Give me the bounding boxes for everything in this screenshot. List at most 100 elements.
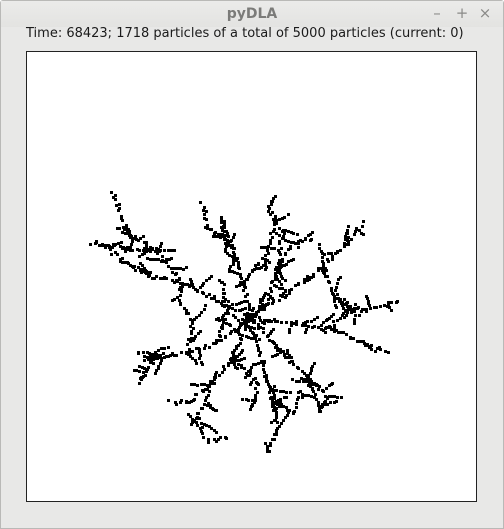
particle [335, 286, 338, 289]
particle [198, 314, 201, 317]
particle [276, 349, 279, 352]
particle [265, 377, 268, 380]
particle [203, 347, 206, 350]
particle [269, 232, 272, 235]
particle [269, 239, 272, 242]
particle [300, 377, 303, 380]
particle [209, 228, 212, 231]
particle [343, 298, 346, 301]
particle [356, 340, 359, 343]
particle [253, 327, 256, 330]
particle [350, 311, 353, 314]
particle [206, 224, 209, 227]
particle [135, 238, 138, 241]
particle [293, 410, 296, 413]
particle [258, 338, 261, 341]
particle [167, 265, 170, 268]
particle [274, 354, 277, 357]
particle [284, 279, 287, 282]
particle [262, 327, 265, 330]
particle [249, 408, 252, 411]
particle [270, 290, 273, 293]
particle [139, 262, 142, 265]
particle [263, 371, 266, 374]
particle [215, 371, 218, 374]
particle [292, 258, 295, 261]
particle [278, 425, 281, 428]
title-bar[interactable]: pyDLA – + × [1, 1, 503, 27]
particle [370, 344, 373, 347]
particle [199, 427, 202, 430]
particle [311, 365, 314, 368]
particle [361, 225, 364, 228]
particle [248, 305, 251, 308]
particle [203, 206, 206, 209]
particle [285, 263, 288, 266]
particle [257, 327, 260, 330]
maximize-button[interactable]: + [452, 3, 472, 23]
particle [202, 282, 205, 285]
particle [143, 241, 146, 244]
particle [221, 371, 224, 374]
particle [333, 395, 336, 398]
particle [295, 380, 298, 383]
particle [319, 410, 322, 413]
particle [271, 405, 274, 408]
particle [328, 395, 331, 398]
particle [224, 298, 227, 301]
particle [179, 303, 182, 306]
particle [185, 266, 188, 269]
particle [148, 274, 151, 277]
particle [248, 326, 251, 329]
particle [342, 331, 345, 334]
particle [287, 230, 290, 233]
particle [343, 245, 346, 248]
particle [110, 253, 113, 256]
particle [331, 258, 334, 261]
particle [282, 390, 285, 393]
particle [347, 225, 350, 228]
particle [89, 243, 92, 246]
particle [192, 327, 195, 330]
particle [267, 210, 270, 213]
particle [224, 250, 227, 253]
particle [190, 330, 193, 333]
particle [285, 406, 288, 409]
particle [152, 258, 155, 261]
particle [278, 259, 281, 262]
minimize-button[interactable]: – [427, 3, 447, 23]
particle [350, 238, 353, 241]
particle [252, 332, 255, 335]
particle [232, 263, 235, 266]
particle [154, 372, 157, 375]
particle [289, 245, 292, 248]
particle [179, 294, 182, 297]
close-button[interactable]: × [475, 3, 495, 23]
particle [237, 266, 240, 269]
particle [275, 232, 278, 235]
particle [219, 436, 222, 439]
particle [208, 390, 211, 393]
particle [205, 295, 208, 298]
particle [201, 389, 204, 392]
particle [206, 404, 209, 407]
particle [328, 281, 331, 284]
particle [244, 321, 247, 324]
particle [203, 383, 206, 386]
particle [327, 326, 330, 329]
particle [331, 255, 334, 258]
particle [260, 361, 263, 364]
particle [218, 339, 221, 342]
particle [232, 251, 235, 254]
particle [339, 249, 342, 252]
particle [318, 385, 321, 388]
particle [273, 397, 276, 400]
particle [336, 396, 339, 399]
particle [149, 250, 152, 253]
particle [313, 318, 316, 321]
particle [195, 316, 198, 319]
particle [232, 247, 235, 250]
particle [188, 348, 191, 351]
particle [153, 277, 156, 280]
particle [101, 243, 104, 246]
